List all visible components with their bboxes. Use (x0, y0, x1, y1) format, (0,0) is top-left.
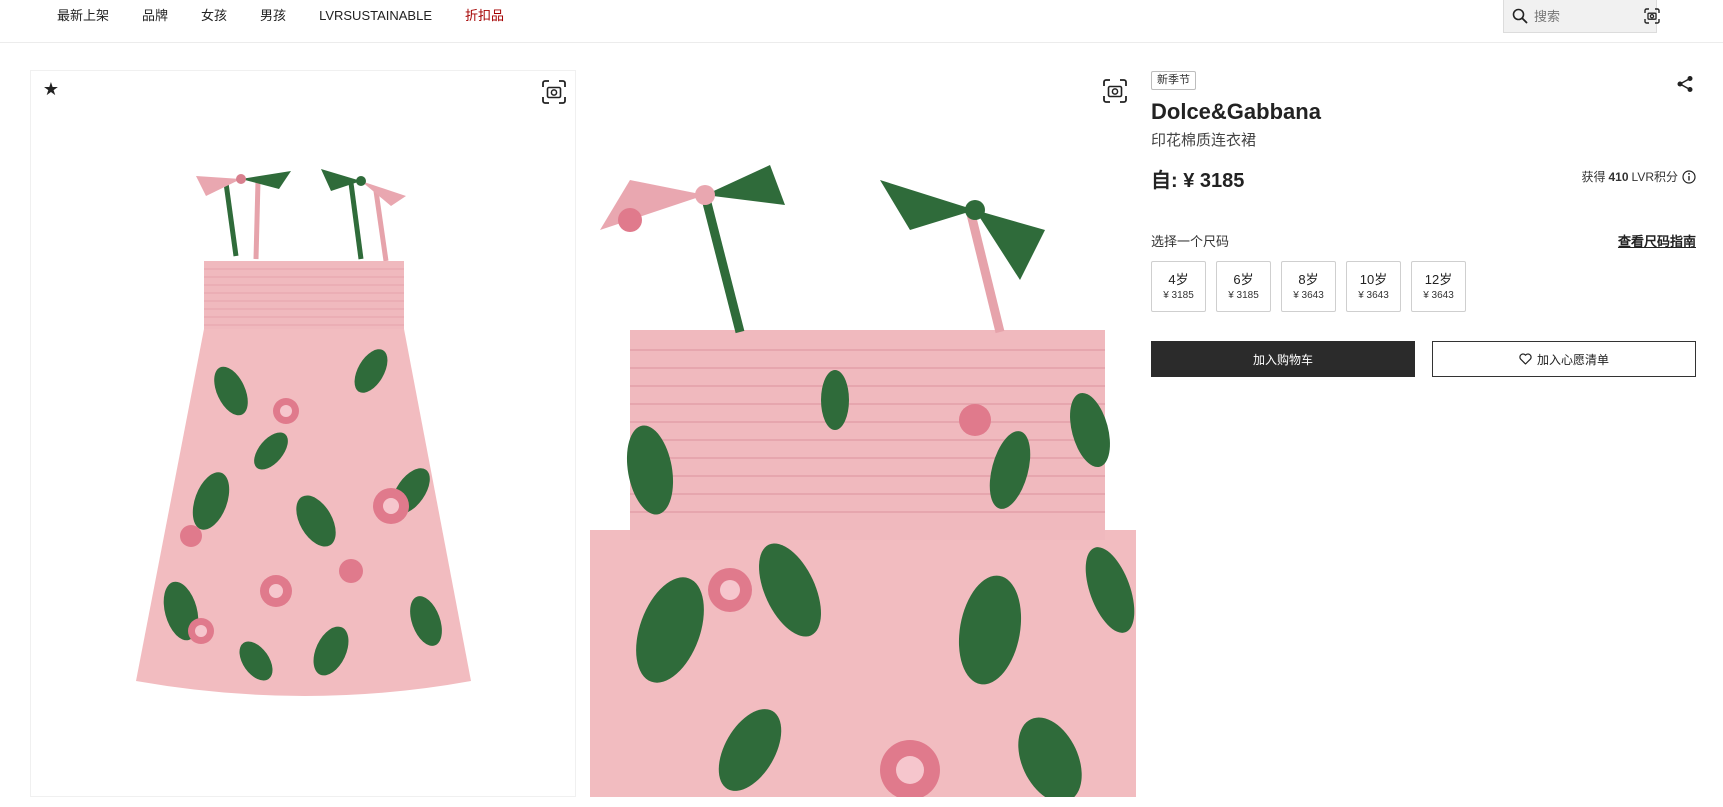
size-option-label: 10岁 (1359, 271, 1388, 287)
info-icon[interactable] (1682, 169, 1696, 184)
search-icon[interactable] (1512, 8, 1528, 24)
points-value: 410 (1608, 169, 1629, 184)
product-name: 印花棉质连衣裙 (1151, 132, 1257, 149)
add-to-wishlist-button[interactable]: 加入心愿清单 (1432, 341, 1696, 377)
price-row: 自: ¥ 3185 获得 410 LVR积分 (1151, 164, 1696, 192)
size-option-price: ¥ 3643 (1293, 289, 1324, 301)
top-navigation: 最新上架 品牌 女孩 男孩 LVRSUSTAINABLE 折扣品 (0, 0, 1723, 43)
loyalty-points: 获得 410 LVR积分 (1581, 168, 1696, 185)
add-to-wishlist-label: 加入心愿清单 (1536, 352, 1609, 367)
dress-detail-illustration (590, 70, 1136, 797)
heart-icon (1519, 353, 1532, 365)
points-suffix: LVR积分 (1631, 170, 1678, 184)
product-info-panel: 新季节 Dolce&Gabbana 印花棉质连衣裙 自: ¥ 3185 获得 4… (1151, 70, 1696, 377)
size-guide-link[interactable]: 查看尺码指南 (1618, 231, 1696, 250)
nav-link-brands[interactable]: 品牌 (142, 8, 168, 24)
size-option-6[interactable]: 6岁 ¥ 3185 (1216, 261, 1271, 312)
nav-link-new-in[interactable]: 最新上架 (57, 8, 109, 24)
points-prefix: 获得 (1581, 170, 1606, 184)
size-option-price: ¥ 3643 (1423, 289, 1454, 301)
product-price: 自: ¥ 3185 (1151, 170, 1245, 192)
size-option-price: ¥ 3185 (1163, 289, 1194, 301)
size-option-price: ¥ 3185 (1228, 289, 1259, 301)
share-icon[interactable] (1676, 75, 1696, 95)
size-option-label: 8岁 (1298, 271, 1319, 287)
size-option-8[interactable]: 8岁 ¥ 3643 (1281, 261, 1336, 312)
search-bar (1503, 0, 1660, 33)
category-nav: 最新上架 品牌 女孩 男孩 LVRSUSTAINABLE 折扣品 (57, 8, 537, 24)
favorite-star-icon[interactable]: ★ (39, 77, 63, 101)
add-to-cart-button[interactable]: 加入购物车 (1151, 341, 1415, 377)
size-option-label: 6岁 (1233, 271, 1254, 287)
size-options: 4岁 ¥ 3185 6岁 ¥ 3185 8岁 ¥ 3643 10岁 ¥ 3643… (1151, 261, 1696, 312)
search-input[interactable] (1534, 8, 1644, 24)
size-header: 选择一个尺码 查看尺码指南 (1151, 231, 1696, 249)
size-select-label: 选择一个尺码 (1151, 234, 1230, 249)
nav-link-girls[interactable]: 女孩 (201, 8, 227, 24)
size-option-price: ¥ 3643 (1358, 289, 1389, 301)
size-option-4[interactable]: 4岁 ¥ 3185 (1151, 261, 1206, 312)
nav-link-sale[interactable]: 折扣品 (465, 8, 504, 24)
product-image-front[interactable]: ★ (30, 70, 576, 797)
camera-scan-icon[interactable] (541, 79, 567, 105)
dress-front-illustration (136, 169, 471, 696)
purchase-actions: 加入购物车 加入心愿清单 (1151, 341, 1696, 377)
size-option-label: 4岁 (1168, 271, 1189, 287)
new-season-badge: 新季节 (1151, 71, 1196, 90)
nav-link-boys[interactable]: 男孩 (260, 8, 286, 24)
camera-scan-icon[interactable] (1644, 8, 1660, 24)
product-image-detail[interactable] (590, 70, 1136, 797)
brand-name[interactable]: Dolce&Gabbana (1151, 99, 1696, 125)
size-option-label: 12岁 (1424, 271, 1453, 287)
size-option-12[interactable]: 12岁 ¥ 3643 (1411, 261, 1466, 312)
camera-scan-icon[interactable] (1102, 78, 1128, 104)
nav-link-sustainable[interactable]: LVRSUSTAINABLE (319, 8, 432, 24)
size-option-10[interactable]: 10岁 ¥ 3643 (1346, 261, 1401, 312)
